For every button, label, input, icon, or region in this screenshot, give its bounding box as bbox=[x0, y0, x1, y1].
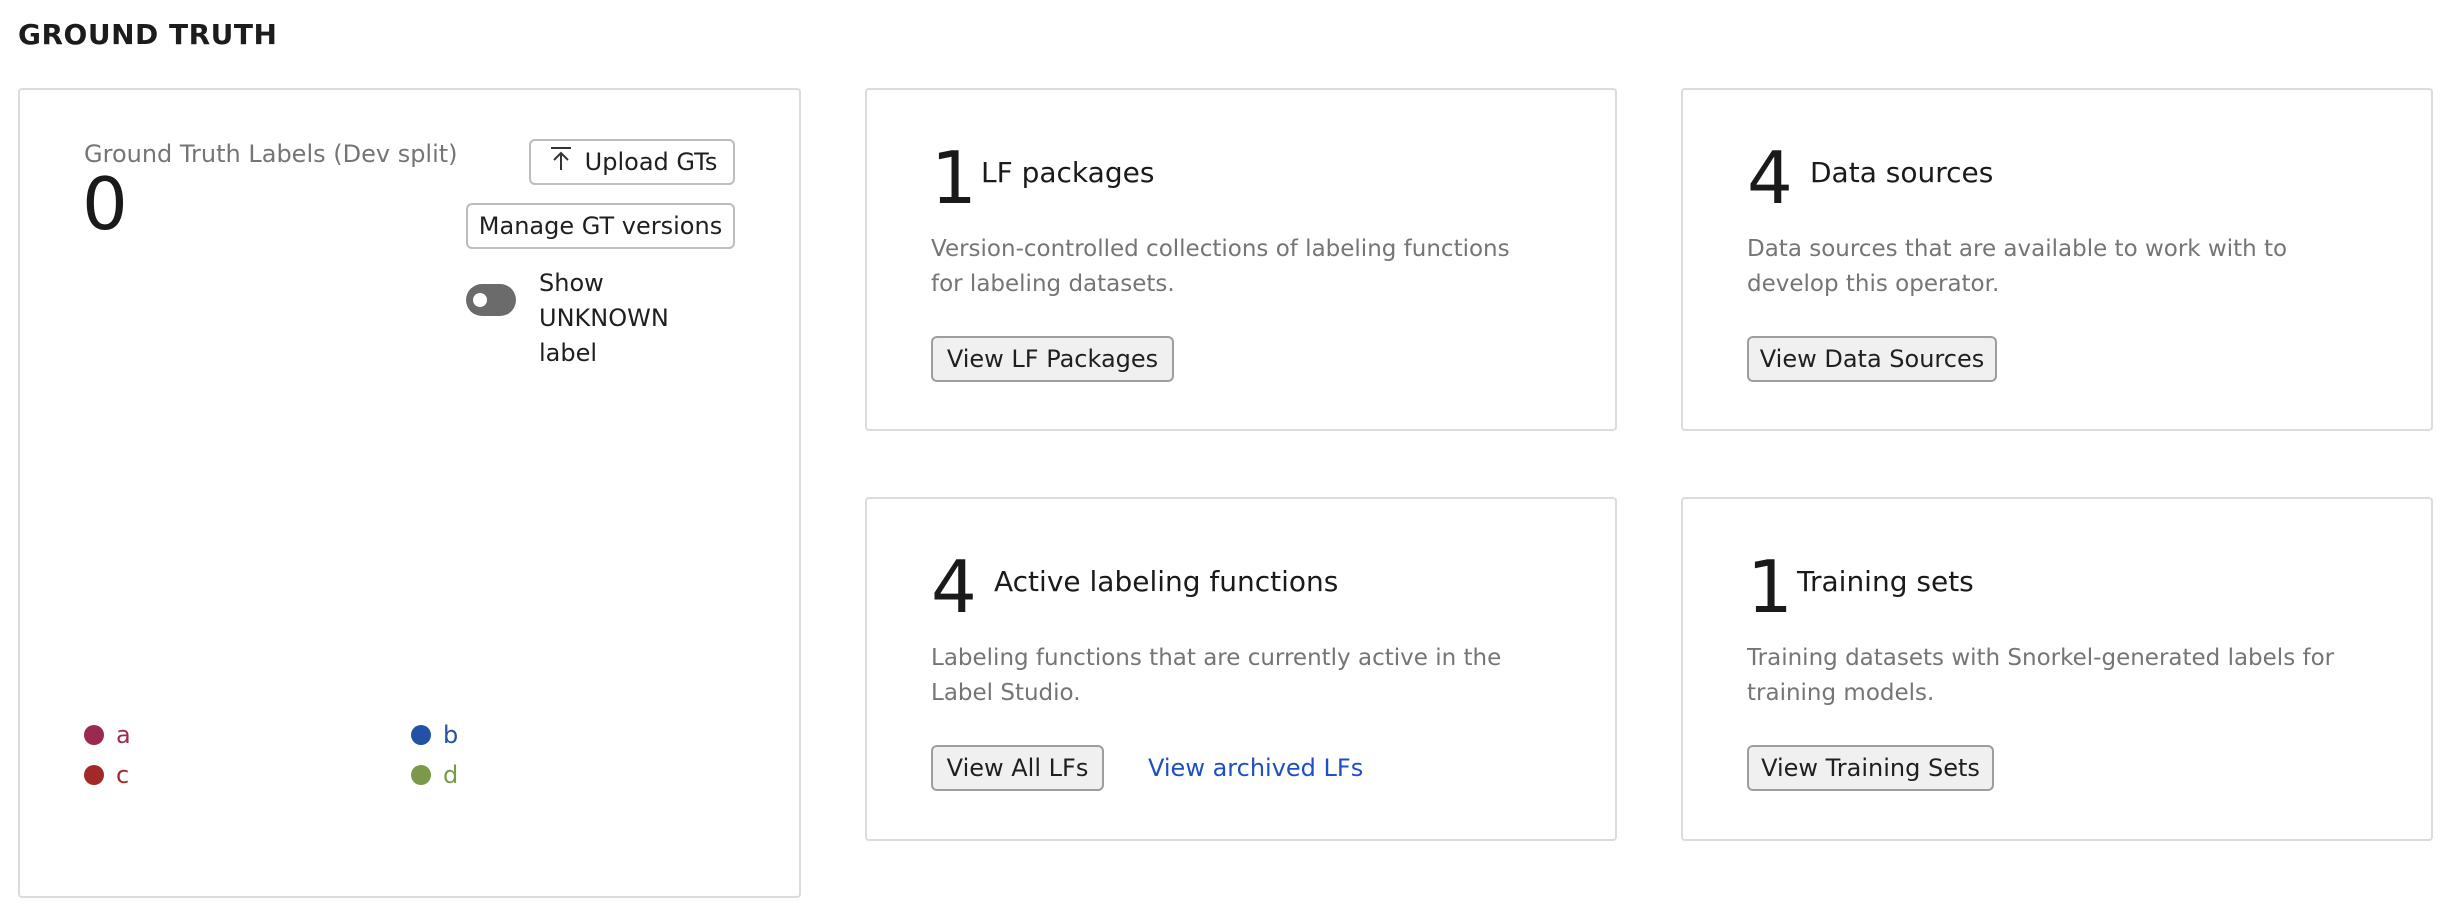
training-sets-card: 1 Training sets Training datasets with S… bbox=[1681, 497, 2433, 841]
section-title: GROUND TRUTH bbox=[18, 18, 278, 51]
legend-item-c: c bbox=[84, 761, 129, 789]
active-lfs-title: Active labeling functions bbox=[994, 565, 1339, 598]
lf-packages-card: 1 LF packages Version-controlled collect… bbox=[865, 88, 1617, 431]
legend-dot-icon bbox=[411, 765, 431, 785]
ground-truth-card: Ground Truth Labels (Dev split) 0 Upload… bbox=[18, 88, 801, 898]
active-lfs-description: Labeling functions that are currently ac… bbox=[931, 645, 1502, 706]
show-unknown-toggle[interactable] bbox=[466, 284, 516, 316]
legend-dot-icon bbox=[411, 725, 431, 745]
show-unknown-label: Show UNKNOWN label bbox=[539, 269, 669, 367]
data-sources-title: Data sources bbox=[1810, 156, 1994, 189]
legend-label: a bbox=[116, 721, 131, 749]
upload-gts-button[interactable]: Upload GTs bbox=[529, 139, 735, 185]
active-lfs-card: 4 Active labeling functions Labeling fun… bbox=[865, 497, 1617, 841]
gt-labels-heading: Ground Truth Labels (Dev split) bbox=[84, 140, 458, 168]
data-sources-count: 4 bbox=[1747, 136, 1793, 220]
legend-dot-icon bbox=[84, 725, 104, 745]
upload-icon bbox=[547, 145, 575, 179]
lf-packages-description: Version-controlled collections of labeli… bbox=[931, 236, 1510, 297]
lf-packages-title: LF packages bbox=[981, 156, 1155, 189]
toggle-knob bbox=[473, 293, 487, 307]
view-all-lfs-button[interactable]: View All LFs bbox=[931, 745, 1104, 791]
legend-label: c bbox=[116, 761, 130, 789]
legend-dot-icon bbox=[84, 765, 104, 785]
training-sets-title: Training sets bbox=[1797, 565, 1974, 598]
view-data-sources-button[interactable]: View Data Sources bbox=[1747, 336, 1997, 382]
legend-label: b bbox=[443, 721, 459, 749]
legend-item-d: d bbox=[411, 761, 458, 789]
view-training-sets-button[interactable]: View Training Sets bbox=[1747, 745, 1994, 791]
data-sources-description: Data sources that are available to work … bbox=[1747, 236, 2288, 297]
view-archived-lfs-link[interactable]: View archived LFs bbox=[1148, 745, 1363, 791]
lf-packages-count: 1 bbox=[931, 136, 977, 220]
training-sets-count: 1 bbox=[1747, 545, 1793, 629]
upload-gts-label: Upload GTs bbox=[584, 148, 718, 176]
active-lfs-count: 4 bbox=[931, 545, 977, 629]
legend-label: d bbox=[443, 761, 459, 789]
view-lf-packages-button[interactable]: View LF Packages bbox=[931, 336, 1174, 382]
manage-gt-versions-button[interactable]: Manage GT versions bbox=[466, 203, 735, 249]
legend-item-a: a bbox=[84, 721, 131, 749]
gt-labels-count: 0 bbox=[82, 162, 128, 246]
data-sources-card: 4 Data sources Data sources that are ava… bbox=[1681, 88, 2433, 431]
legend-item-b: b bbox=[411, 721, 458, 749]
training-sets-description: Training datasets with Snorkel-generated… bbox=[1747, 645, 2335, 706]
